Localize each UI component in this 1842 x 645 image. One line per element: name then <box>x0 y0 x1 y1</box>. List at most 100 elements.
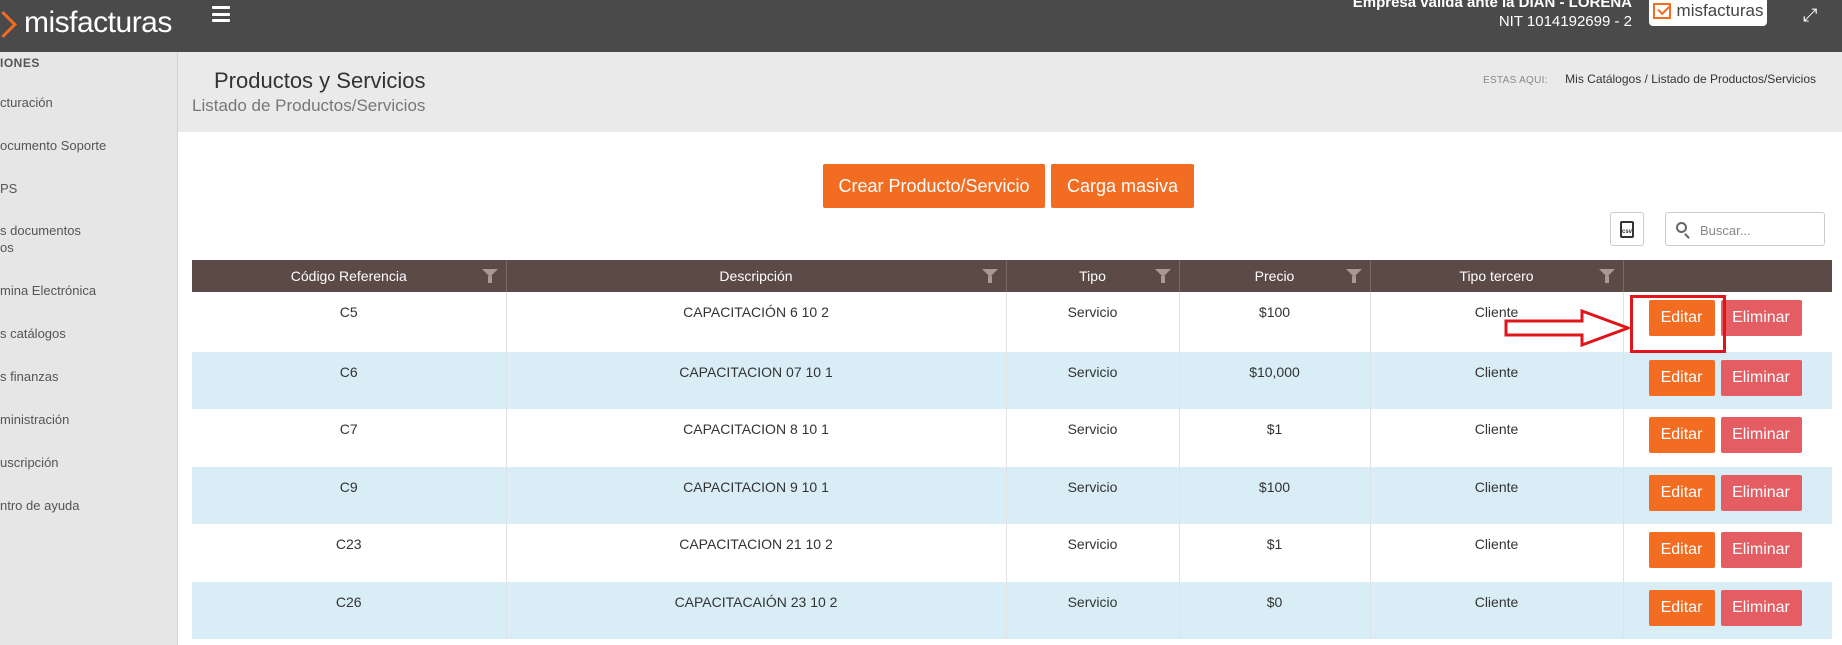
company-name: Empresa válida ante la DIAN - LORENA <box>1352 0 1632 11</box>
brand-name: misfacturas <box>24 6 172 39</box>
cell-third-party: Cliente <box>1370 352 1624 409</box>
column-header-actions <box>1623 260 1832 292</box>
search-input[interactable] <box>1698 219 1822 241</box>
company-info: Empresa válida ante la DIAN - LORENA NIT… <box>1353 0 1632 32</box>
sidebar-item-nomina[interactable]: mina Electrónica <box>0 282 175 299</box>
sidebar: IONES cturación ocumento Soporte PS s do… <box>0 52 178 645</box>
page-subtitle: Listado de Productos/Servicios <box>192 96 426 115</box>
cell-type: Servicio <box>1006 582 1180 639</box>
cell-third-party: Cliente <box>1370 409 1624 467</box>
cell-description: CAPACITACION 21 10 2 <box>506 524 1007 582</box>
cell-code: C23 <box>192 524 507 582</box>
cell-price: $0 <box>1179 582 1371 639</box>
cell-actions: Editar Eliminar <box>1623 352 1832 409</box>
cell-actions: Editar Eliminar <box>1623 409 1832 467</box>
search-icon <box>1676 222 1687 233</box>
cell-code: C7 <box>192 409 507 467</box>
sidebar-item-suscripcion[interactable]: uscripción <box>0 454 175 471</box>
filter-icon[interactable] <box>1154 269 1171 283</box>
fullscreen-icon[interactable]: ⤢ <box>1803 6 1821 24</box>
edit-button[interactable]: Editar <box>1648 475 1715 511</box>
cell-description: CAPACITACION 9 10 1 <box>506 467 1007 524</box>
cell-actions: Editar Eliminar <box>1623 582 1832 639</box>
delete-button[interactable]: Eliminar <box>1720 590 1802 626</box>
filter-icon[interactable] <box>1345 269 1362 283</box>
breadcrumb-current: Listado de Productos/Servicios <box>1651 72 1816 86</box>
breadcrumb-separator: / <box>1644 72 1648 86</box>
products-panel: Crear Producto/Servicio Carga masiva csv… <box>178 132 1842 645</box>
breadcrumb-catalogos-link[interactable]: Mis Catálogos <box>1565 72 1641 86</box>
edit-button[interactable]: Editar <box>1648 360 1715 396</box>
sidebar-item-pos[interactable]: PS <box>0 180 175 197</box>
cell-price: $10,000 <box>1179 352 1371 409</box>
breadcrumb: ESTAS AQUI: Mis Catálogos / Listado de P… <box>1483 72 1816 86</box>
annotation-arrow-icon <box>1504 308 1633 348</box>
cell-description: CAPACITACION 07 10 1 <box>506 352 1007 409</box>
cell-third-party: Cliente <box>1370 524 1624 582</box>
cell-type: Servicio <box>1006 467 1180 524</box>
cell-actions: Editar Eliminar <box>1623 467 1832 524</box>
delete-button[interactable]: Eliminar <box>1720 475 1802 511</box>
cell-type: Servicio <box>1006 409 1180 467</box>
cell-actions: Editar Eliminar <box>1623 524 1832 582</box>
column-header-codigo: Código Referencia <box>192 260 507 292</box>
cell-description: CAPACITACION 8 10 1 <box>506 409 1007 467</box>
edit-button[interactable]: Editar <box>1648 590 1715 626</box>
cell-type: Servicio <box>1006 352 1180 409</box>
cell-description: CAPACITACAIÓN 23 10 2 <box>506 582 1007 639</box>
cell-price: $100 <box>1179 467 1371 524</box>
cell-type: Servicio <box>1006 292 1180 352</box>
create-product-button[interactable]: Crear Producto/Servicio <box>823 164 1045 208</box>
cell-price: $1 <box>1179 524 1371 582</box>
sidebar-item-catalogos[interactable]: s catálogos <box>0 325 175 342</box>
table-row: C23 CAPACITACION 21 10 2 Servicio $1 Cli… <box>192 524 1832 582</box>
delete-button[interactable]: Eliminar <box>1720 360 1802 396</box>
delete-button[interactable]: Eliminar <box>1720 300 1802 336</box>
sidebar-item-finanzas[interactable]: s finanzas <box>0 368 175 385</box>
sidebar-item-facturacion[interactable]: cturación <box>0 94 175 111</box>
table-row: C6 CAPACITACION 07 10 1 Servicio $10,000… <box>192 352 1832 409</box>
sidebar-item-administracion[interactable]: ministración <box>0 411 175 428</box>
edit-button[interactable]: Editar <box>1648 417 1715 453</box>
cell-code: C5 <box>192 292 507 352</box>
filter-icon[interactable] <box>481 269 498 283</box>
table-row: C26 CAPACITACAIÓN 23 10 2 Servicio $0 Cl… <box>192 582 1832 639</box>
cell-third-party: Cliente <box>1370 467 1624 524</box>
breadcrumb-label: ESTAS AQUI: <box>1483 75 1548 86</box>
cell-type: Servicio <box>1006 524 1180 582</box>
page-title: Productos y Servicios <box>214 68 426 93</box>
cell-code: C6 <box>192 352 507 409</box>
brand-logo[interactable]: misfacturas <box>0 6 172 40</box>
sidebar-item-otros-documentos[interactable]: s documentos os <box>0 222 175 256</box>
company-nit: NIT 1014192699 - 2 <box>1498 13 1632 30</box>
column-header-tipo: Tipo <box>1006 260 1180 292</box>
edit-button[interactable]: Editar <box>1648 532 1715 568</box>
table-header-row: Código Referencia Descripción Tipo Preci… <box>192 260 1832 292</box>
table-row: C9 CAPACITACION 9 10 1 Servicio $100 Cli… <box>192 467 1832 524</box>
cell-price: $100 <box>1179 292 1371 352</box>
check-logo-icon <box>1652 3 1671 19</box>
search-box <box>1665 212 1825 246</box>
cell-code: C9 <box>192 467 507 524</box>
export-csv-button[interactable]: csv <box>1610 212 1644 246</box>
filter-icon[interactable] <box>1598 269 1615 283</box>
delete-button[interactable]: Eliminar <box>1720 417 1802 453</box>
cell-code: C26 <box>192 582 507 639</box>
menu-toggle-icon[interactable] <box>212 6 230 22</box>
cell-description: CAPACITACIÓN 6 10 2 <box>506 292 1007 352</box>
badge-brand-text: misfacturas <box>1676 1 1764 20</box>
bulk-upload-button[interactable]: Carga masiva <box>1051 164 1194 208</box>
sidebar-item-ayuda[interactable]: ntro de ayuda <box>0 497 175 514</box>
table-row: C7 CAPACITACION 8 10 1 Servicio $1 Clien… <box>192 409 1832 467</box>
misfacturas-badge: misfacturas <box>1649 0 1767 26</box>
annotation-highlight-box <box>1630 295 1726 353</box>
sidebar-heading: IONES <box>0 56 40 70</box>
delete-button[interactable]: Eliminar <box>1720 532 1802 568</box>
house-logo-icon <box>0 9 16 37</box>
filter-icon[interactable] <box>981 269 998 283</box>
sidebar-item-documento-soporte[interactable]: ocumento Soporte <box>0 137 175 154</box>
column-header-descripcion: Descripción <box>506 260 1007 292</box>
csv-file-icon: csv <box>1620 220 1634 238</box>
column-header-tipo-tercero: Tipo tercero <box>1370 260 1624 292</box>
top-bar: misfacturas Empresa válida ante la DIAN … <box>0 0 1842 52</box>
